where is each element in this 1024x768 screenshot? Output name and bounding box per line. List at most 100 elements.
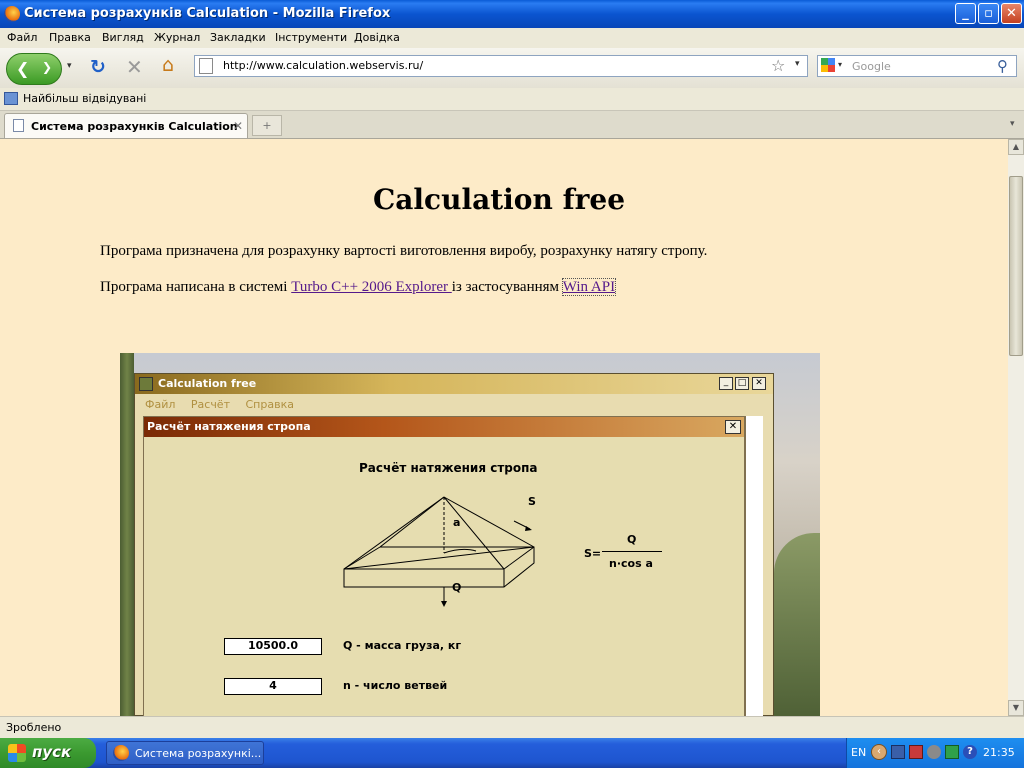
stop-icon[interactable]: ✕ [126, 55, 143, 79]
search-magnifier-icon[interactable]: ⚲ [997, 57, 1008, 75]
system-tray: EN ‹ ? 21:35 [846, 738, 1024, 768]
formula-numerator: Q [627, 533, 637, 546]
app-title: Calculation free [158, 377, 257, 390]
network-icon[interactable] [891, 745, 905, 759]
security-icon[interactable] [909, 745, 923, 759]
reload-icon[interactable]: ↻ [90, 56, 106, 78]
new-tab-button[interactable]: + [252, 115, 282, 136]
tab-strip: Система розрахунків Calculation ✕ + ▾ [0, 111, 1024, 139]
scroll-up-button[interactable]: ▲ [1008, 139, 1024, 155]
minimize-button[interactable]: _ [955, 3, 976, 24]
tab-active[interactable]: Система розрахунків Calculation ✕ [4, 113, 248, 138]
menu-history[interactable]: Журнал [154, 31, 200, 44]
app-close-icon: ✕ [752, 377, 766, 390]
label-s: S [528, 495, 536, 508]
app-menu-calc: Расчёт [190, 398, 230, 411]
diagram-title: Расчёт натяжения стропа [359, 461, 538, 475]
taskbar: пуск Система розрахункі... EN ‹ ? 21:35 [0, 738, 1024, 768]
dialog-title-bar: Расчёт натяжения стропа ✕ [144, 417, 744, 437]
bookmark-folder-icon [4, 92, 18, 105]
google-engine-icon[interactable] [821, 58, 835, 72]
menu-view[interactable]: Вигляд [102, 31, 144, 44]
start-button[interactable]: пуск [0, 738, 96, 768]
tree-background [120, 353, 134, 716]
menu-help[interactable]: Довідка [354, 31, 400, 44]
bookmarks-toolbar: Найбільш відвідувані [0, 88, 1024, 111]
start-label: пуск [32, 743, 72, 761]
search-placeholder[interactable]: Google [852, 60, 891, 73]
formula-lhs: S= [584, 547, 602, 560]
windows-logo-icon [8, 744, 26, 762]
sling-diagram [343, 496, 535, 607]
url-bar[interactable]: http://www.calculation.webservis.ru/ ☆ ▾ [194, 55, 808, 77]
title-bar[interactable]: Система розрахунків Calculation - Mozill… [0, 0, 1024, 28]
tray-collapse-icon[interactable]: ‹ [871, 744, 887, 760]
scroll-down-button[interactable]: ▼ [1008, 700, 1024, 716]
back-arrow-icon[interactable]: ❮ [16, 59, 29, 78]
taskbar-firefox-item[interactable]: Система розрахункі... [106, 741, 264, 765]
history-dropdown-icon[interactable]: ▾ [67, 61, 72, 71]
page-content: Calculation free Програма призначена для… [0, 139, 1008, 716]
app-title-bar: Calculation free _ □ ✕ [135, 374, 773, 394]
most-visited-bookmark[interactable]: Найбільш відвідувані [23, 92, 146, 105]
label-q: Q [452, 581, 462, 594]
app-maximize-icon: □ [735, 377, 749, 390]
tray-app2-icon[interactable] [945, 745, 959, 759]
app-screenshot-image: Calculation free _ □ ✕ Файл Расчёт Справ… [120, 353, 820, 716]
app-menu-help: Справка [245, 398, 294, 411]
url-dropdown-icon[interactable]: ▾ [795, 59, 800, 69]
firefox-icon [113, 745, 129, 761]
taskbar-item-label: Система розрахункі... [135, 747, 262, 760]
maximize-button[interactable]: ▫ [978, 3, 999, 24]
menu-bar: Файл Правка Вигляд Журнал Закладки Інстр… [0, 28, 1024, 48]
label-a: a [453, 516, 461, 529]
mass-label: Q - масса груза, кг [343, 639, 462, 652]
dialog-title: Расчёт натяжения стропа [147, 420, 311, 433]
firefox-icon [4, 6, 20, 22]
search-bar[interactable]: ▾ Google ⚲ [817, 55, 1017, 77]
page-icon [199, 58, 213, 74]
turbo-cpp-link[interactable]: Turbo C++ 2006 Explorer [291, 279, 452, 295]
page-icon [13, 119, 24, 132]
back-forward-group: ❮ ❯ [6, 53, 62, 85]
app-menu-file: Файл [145, 398, 176, 411]
forward-arrow-icon[interactable]: ❯ [42, 60, 52, 74]
para-prefix: Програма написана в системі [100, 279, 292, 295]
status-bar: Зроблено [0, 716, 1024, 739]
formula-denominator: n·cos a [609, 557, 653, 570]
branches-label: n - число ветвей [343, 679, 448, 692]
navigation-toolbar: ❮ ❯ ▾ ↻ ✕ ⌂ http://www.calculation.webse… [0, 48, 1024, 88]
menu-file[interactable]: Файл [7, 31, 37, 44]
star-bookmark-icon[interactable]: ☆ [771, 56, 785, 75]
win-api-link[interactable]: Win API [561, 278, 617, 296]
app-menu: Файл Расчёт Справка [145, 398, 306, 411]
app-minimize-icon: _ [719, 377, 733, 390]
app-scroll-area [745, 416, 763, 716]
close-button[interactable]: ✕ [1001, 3, 1022, 24]
description-paragraph: Програма призначена для розрахунку варто… [100, 243, 708, 259]
formula-fraction-line [602, 551, 662, 552]
engine-dropdown-icon[interactable]: ▾ [838, 60, 842, 69]
hill-background [774, 533, 820, 716]
tray-app-icon[interactable] [927, 745, 941, 759]
app-dialog: Расчёт натяжения стропа ✕ Расчёт натяжен… [143, 416, 745, 716]
status-text: Зроблено [6, 721, 62, 734]
menu-edit[interactable]: Правка [49, 31, 91, 44]
tab-list-icon[interactable]: ▾ [1010, 119, 1015, 129]
page-heading: Calculation free [372, 183, 626, 216]
menu-tools[interactable]: Інструменти [275, 31, 347, 44]
url-text[interactable]: http://www.calculation.webservis.ru/ [223, 59, 423, 72]
dialog-close-icon: ✕ [725, 420, 741, 434]
window-title: Система розрахунків Calculation - Mozill… [24, 6, 391, 21]
scrollbar-thumb[interactable] [1009, 176, 1023, 356]
menu-bookmarks[interactable]: Закладки [210, 31, 266, 44]
clock: 21:35 [983, 746, 1015, 759]
tab-close-icon[interactable]: ✕ [233, 119, 243, 133]
language-indicator[interactable]: EN [851, 746, 866, 759]
app-icon [139, 377, 153, 391]
home-icon[interactable]: ⌂ [162, 54, 174, 76]
para-mid: із застосуванням [451, 279, 563, 295]
tab-label: Система розрахунків Calculation [31, 120, 238, 133]
help-icon[interactable]: ? [963, 745, 977, 759]
info-paragraph: Програма написана в системі Turbo C++ 20… [100, 278, 617, 296]
